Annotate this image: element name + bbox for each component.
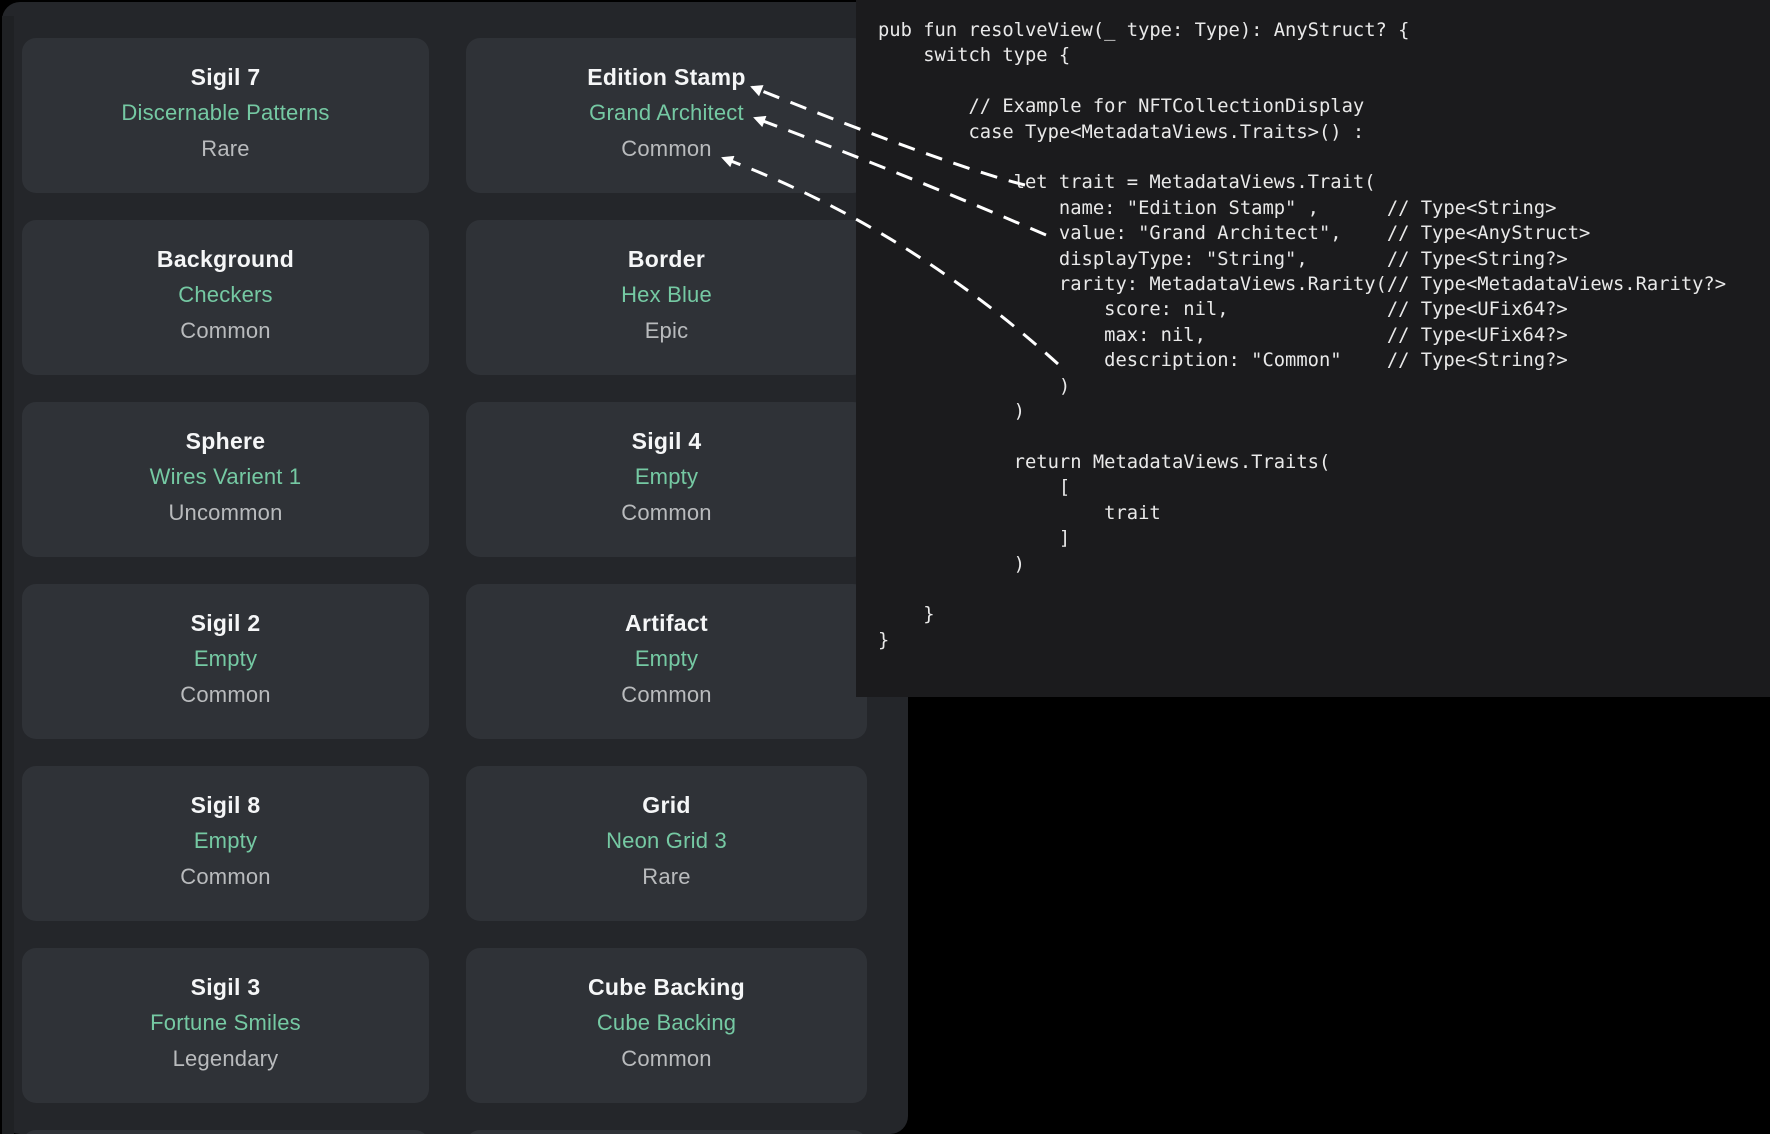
trait-card-title: Sigil 4 [632,423,702,459]
trait-card-value: Fortune Smiles [150,1005,301,1041]
trait-card-title: Border [628,241,705,277]
trait-card-rarity: Common [180,313,270,349]
trait-card-value: Empty [635,641,698,677]
trait-card-title: Cube Backing [588,969,745,1005]
trait-card: Grid Neon Grid 3 Rare [466,766,867,921]
trait-card-value: Checkers [178,277,273,313]
trait-card-value: Empty [635,459,698,495]
code-block: pub fun resolveView(_ type: Type): AnySt… [856,0,1770,653]
trait-card-rarity: Rare [201,131,250,167]
trait-card-title: Sigil 7 [191,59,261,95]
trait-card-title: Artifact [625,605,708,641]
trait-card-title: Sigil 3 [191,969,261,1005]
trait-card: Edition Stamp Grand Architect Common [466,38,867,193]
trait-card-title: Background [157,241,294,277]
code-panel: pub fun resolveView(_ type: Type): AnySt… [856,0,1770,697]
trait-card-title: Sigil 2 [191,605,261,641]
trait-card-title: Sphere [186,423,266,459]
trait-card-title: Sigil 8 [191,787,261,823]
trait-card: Sigil 7 Discernable Patterns Rare [22,38,429,193]
trait-card: Cube Backing Cube Backing Common [466,948,867,1103]
trait-card-value: Discernable Patterns [121,95,329,131]
trait-card-rarity: Epic [645,313,689,349]
trait-card-value: Empty [194,641,257,677]
trait-card-rarity: Rare [642,859,691,895]
trait-card-partial [466,1130,867,1134]
trait-card-value: Grand Architect [589,95,744,131]
trait-card-rarity: Common [621,495,711,531]
trait-card-rarity: Common [621,1041,711,1077]
trait-card: Sigil 3 Fortune Smiles Legendary [22,948,429,1103]
trait-card-rarity: Common [621,131,711,167]
trait-card-title: Edition Stamp [587,59,746,95]
trait-card-rarity: Common [180,859,270,895]
trait-card-grid: Sigil 7 Discernable Patterns Rare Editio… [22,38,867,1134]
trait-card: Sigil 8 Empty Common [22,766,429,921]
trait-card-title: Grid [642,787,690,823]
trait-card-rarity: Common [621,677,711,713]
trait-card-partial [22,1130,429,1134]
trait-card-rarity: Legendary [173,1041,279,1077]
trait-card-value: Empty [194,823,257,859]
trait-card: Background Checkers Common [22,220,429,375]
screen: Sigil 7 Discernable Patterns Rare Editio… [0,0,1770,1134]
trait-card-value: Neon Grid 3 [606,823,727,859]
trait-card: Sphere Wires Varient 1 Uncommon [22,402,429,557]
panel-left-edge-strip [2,16,14,1134]
trait-card-value: Hex Blue [621,277,712,313]
trait-card: Sigil 4 Empty Common [466,402,867,557]
trait-card-value: Wires Varient 1 [150,459,302,495]
trait-card: Border Hex Blue Epic [466,220,867,375]
trait-card-rarity: Uncommon [168,495,282,531]
trait-card-rarity: Common [180,677,270,713]
trait-card-value: Cube Backing [597,1005,736,1041]
trait-card: Artifact Empty Common [466,584,867,739]
trait-card: Sigil 2 Empty Common [22,584,429,739]
